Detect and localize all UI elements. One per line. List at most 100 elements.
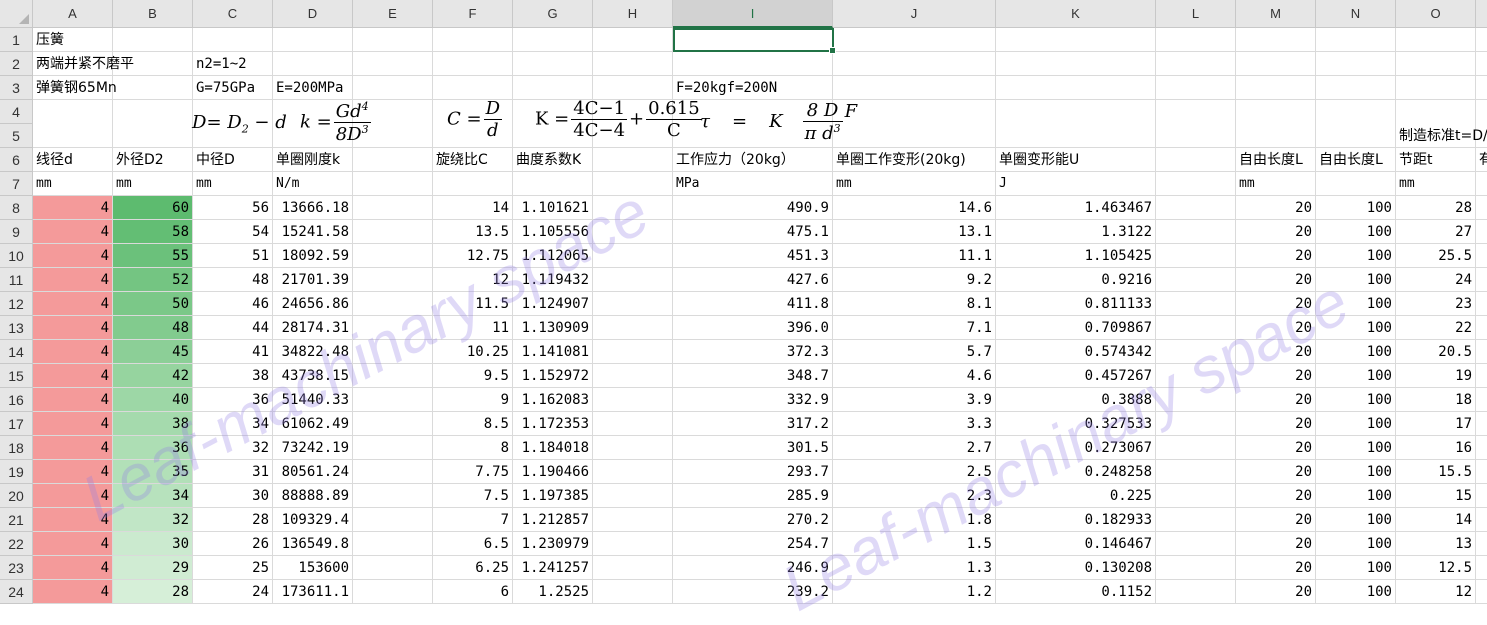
cell-g17[interactable]: 1.172353 [513, 412, 593, 436]
cell-d1[interactable] [273, 28, 353, 52]
cell-p9[interactable]: 0.7 [1476, 220, 1487, 244]
cell-n2[interactable] [1316, 52, 1396, 76]
cell-p17[interactable]: 1.2 [1476, 412, 1487, 436]
cell-l16[interactable] [1156, 388, 1236, 412]
cell-b3[interactable] [113, 76, 193, 100]
cell-l3[interactable] [1156, 76, 1236, 100]
cell-o18[interactable]: 16 [1396, 436, 1476, 460]
cell-b23[interactable]: 29 [113, 556, 193, 580]
cell-o20[interactable]: 15 [1396, 484, 1476, 508]
cell-g18[interactable]: 1.184018 [513, 436, 593, 460]
column-header-e[interactable]: E [353, 0, 433, 28]
row-header-3[interactable]: 3 [0, 76, 33, 100]
row-header-16[interactable]: 16 [0, 388, 33, 412]
cell-j21[interactable]: 1.8 [833, 508, 996, 532]
cell-m10[interactable]: 20 [1236, 244, 1316, 268]
cell-p21[interactable]: 1.4 [1476, 508, 1487, 532]
cell-n9[interactable]: 100 [1316, 220, 1396, 244]
cell-c12[interactable]: 46 [193, 292, 273, 316]
cell-g14[interactable]: 1.141081 [513, 340, 593, 364]
cell-f21[interactable]: 7 [433, 508, 513, 532]
cell-k21[interactable]: 0.182933 [996, 508, 1156, 532]
cell-i21[interactable]: 270.2 [673, 508, 833, 532]
cell-d16[interactable]: 51440.33 [273, 388, 353, 412]
cell-a5[interactable] [33, 124, 113, 148]
cell-b4[interactable] [113, 100, 193, 124]
cell-m4[interactable] [1236, 100, 1316, 124]
cell-k24[interactable]: 0.1152 [996, 580, 1156, 604]
cell-b19[interactable]: 35 [113, 460, 193, 484]
cell-e20[interactable] [353, 484, 433, 508]
row-header-17[interactable]: 17 [0, 412, 33, 436]
row-header-21[interactable]: 21 [0, 508, 33, 532]
cell-n16[interactable]: 100 [1316, 388, 1396, 412]
cell-g22[interactable]: 1.230979 [513, 532, 593, 556]
cell-m21[interactable]: 20 [1236, 508, 1316, 532]
cell-i16[interactable]: 332.9 [673, 388, 833, 412]
cell-m9[interactable]: 20 [1236, 220, 1316, 244]
cell-i9[interactable]: 475.1 [673, 220, 833, 244]
cell-m20[interactable]: 20 [1236, 484, 1316, 508]
cell-p3[interactable] [1476, 76, 1487, 100]
row-header-4[interactable]: 4 [0, 100, 33, 124]
cell-c23[interactable]: 25 [193, 556, 273, 580]
cell-f3[interactable] [433, 76, 513, 100]
column-header-j[interactable]: J [833, 0, 996, 28]
cell-d23[interactable]: 153600 [273, 556, 353, 580]
cell-l11[interactable] [1156, 268, 1236, 292]
cell-m12[interactable]: 20 [1236, 292, 1316, 316]
cell-c9[interactable]: 54 [193, 220, 273, 244]
cell-n7[interactable] [1316, 172, 1396, 196]
cell-d11[interactable]: 21701.39 [273, 268, 353, 292]
cell-g8[interactable]: 1.101621 [513, 196, 593, 220]
cell-f1[interactable] [433, 28, 513, 52]
cell-k11[interactable]: 0.9216 [996, 268, 1156, 292]
cell-n13[interactable]: 100 [1316, 316, 1396, 340]
cell-o9[interactable]: 27 [1396, 220, 1476, 244]
cell-l17[interactable] [1156, 412, 1236, 436]
row-header-12[interactable]: 12 [0, 292, 33, 316]
row-header-11[interactable]: 11 [0, 268, 33, 292]
cell-k10[interactable]: 1.105425 [996, 244, 1156, 268]
cell-b9[interactable]: 58 [113, 220, 193, 244]
cell-o4[interactable] [1396, 100, 1476, 124]
row-header-20[interactable]: 20 [0, 484, 33, 508]
cell-b20[interactable]: 34 [113, 484, 193, 508]
cell-e10[interactable] [353, 244, 433, 268]
cell-e18[interactable] [353, 436, 433, 460]
cell-a8[interactable]: 4 [33, 196, 113, 220]
cell-k3[interactable] [996, 76, 1156, 100]
cell-j23[interactable]: 1.3 [833, 556, 996, 580]
cell-p8[interactable]: 0.7 [1476, 196, 1487, 220]
cell-d19[interactable]: 80561.24 [273, 460, 353, 484]
cell-n23[interactable]: 100 [1316, 556, 1396, 580]
cell-e13[interactable] [353, 316, 433, 340]
cell-k14[interactable]: 0.574342 [996, 340, 1156, 364]
cell-i23[interactable]: 246.9 [673, 556, 833, 580]
cell-j5[interactable] [833, 124, 996, 148]
row-header-8[interactable]: 8 [0, 196, 33, 220]
cell-i8[interactable]: 490.9 [673, 196, 833, 220]
cell-j7[interactable] [833, 172, 996, 196]
cell-j12[interactable]: 8.1 [833, 292, 996, 316]
cell-h15[interactable] [593, 364, 673, 388]
cell-p24[interactable]: 1.7 [1476, 580, 1487, 604]
cell-n1[interactable] [1316, 28, 1396, 52]
row-header-2[interactable]: 2 [0, 52, 33, 76]
cell-d14[interactable]: 34822.48 [273, 340, 353, 364]
cell-n18[interactable]: 100 [1316, 436, 1396, 460]
cell-b12[interactable]: 50 [113, 292, 193, 316]
cell-b16[interactable]: 40 [113, 388, 193, 412]
row-header-6[interactable]: 6 [0, 148, 33, 172]
row-header-22[interactable]: 22 [0, 532, 33, 556]
cell-l2[interactable] [1156, 52, 1236, 76]
cell-j14[interactable]: 5.7 [833, 340, 996, 364]
cell-c16[interactable]: 36 [193, 388, 273, 412]
cell-g16[interactable]: 1.162083 [513, 388, 593, 412]
cell-o13[interactable]: 22 [1396, 316, 1476, 340]
row-header-13[interactable]: 13 [0, 316, 33, 340]
row-header-19[interactable]: 19 [0, 460, 33, 484]
cell-g1[interactable] [513, 28, 593, 52]
select-all-corner[interactable] [0, 0, 33, 28]
cell-i2[interactable] [673, 52, 833, 76]
